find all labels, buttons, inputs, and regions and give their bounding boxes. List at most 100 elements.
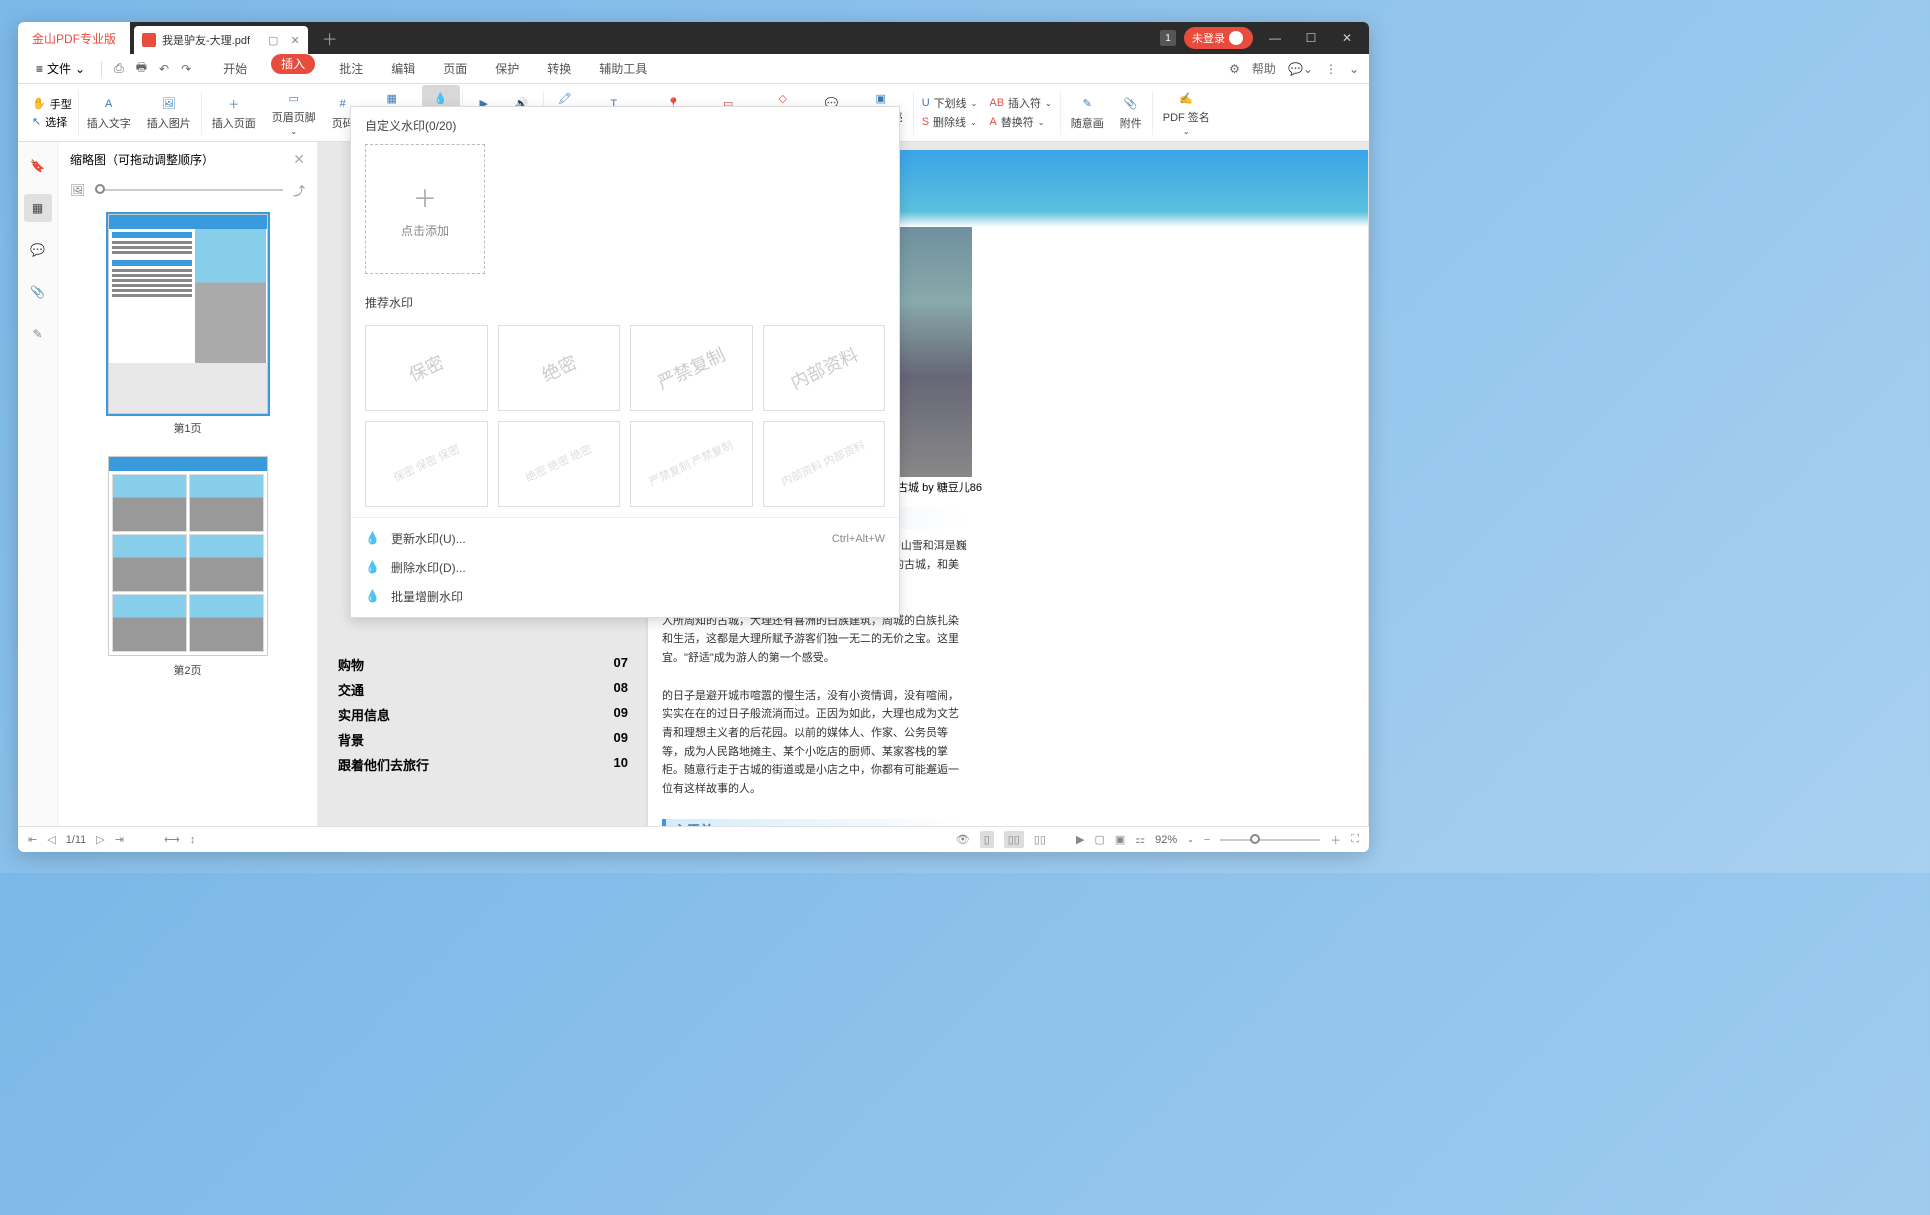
statusbar: ⇤ ◁ 1/11 ▷ ⇥ ⟷ ↕ 👁 ▯ ▯▯ ▯▯ ▶ ▢ ▣ ⚏ 92%⌄ …: [18, 826, 1369, 852]
thumbnail-2[interactable]: 第2页: [78, 456, 297, 678]
watermark-tile[interactable]: 保密 保密 保密: [365, 421, 488, 507]
first-page-icon[interactable]: ⇤: [28, 833, 37, 846]
delete-watermark-action[interactable]: 💧 删除水印(D)...: [351, 553, 899, 582]
toc-item: 交通: [338, 680, 364, 699]
sign-panel-icon[interactable]: ✎: [24, 320, 52, 348]
insert-symbol-button[interactable]: AB插入符⌄: [989, 95, 1051, 111]
document-tab[interactable]: 我是驴友-大理.pdf ▢ ✕: [134, 26, 308, 54]
update-watermark-action[interactable]: 💧 更新水印(U)... Ctrl+Alt+W: [351, 524, 899, 553]
tab-convert[interactable]: 转换: [543, 54, 575, 84]
prev-page-icon[interactable]: ◁: [47, 833, 55, 846]
last-page-icon[interactable]: ⇥: [115, 833, 124, 846]
expand-icon[interactable]: ⌄: [1349, 62, 1359, 76]
next-page-icon[interactable]: ▷: [96, 833, 104, 846]
tab-protect[interactable]: 保护: [491, 54, 523, 84]
watermark-dropdown: 自定义水印(0/20) ＋ 点击添加 推荐水印 保密 绝密 严禁复制 内部资料 …: [350, 106, 900, 618]
watermark-tile[interactable]: 绝密 绝密 绝密: [498, 421, 621, 507]
insert-page-button[interactable]: ＋插入页面: [204, 91, 264, 135]
notification-badge[interactable]: 1: [1160, 30, 1176, 46]
replace-symbol-button[interactable]: A替换符⌄: [989, 114, 1051, 130]
titlebar: 金山PDF专业版 我是驴友-大理.pdf ▢ ✕ ＋ 1 未登录 — ☐ ✕: [18, 22, 1369, 54]
maximize-button[interactable]: ☐: [1297, 24, 1325, 52]
strikethrough-button[interactable]: S删除线⌄: [922, 114, 978, 130]
bookmark-icon[interactable]: 🔖: [24, 152, 52, 180]
insert-image-button[interactable]: 🖼插入图片: [139, 91, 199, 135]
redo-icon[interactable]: ↷: [177, 62, 195, 76]
thumb-size-slider[interactable]: [95, 189, 283, 191]
zoom-level[interactable]: 92%: [1155, 834, 1177, 846]
watermark-tile[interactable]: 内部资料 内部资料: [763, 421, 886, 507]
batch-watermark-action[interactable]: 💧 批量增删水印: [351, 582, 899, 611]
eye-icon[interactable]: 👁: [956, 833, 970, 846]
thumbnail-1[interactable]: 第1页: [78, 214, 297, 436]
pencil-icon: ✎: [1078, 95, 1096, 113]
pdf-sign-button[interactable]: ✍PDF 签名⌄: [1155, 85, 1218, 140]
page-indicator[interactable]: 1/11: [66, 834, 87, 846]
continuous-icon[interactable]: ▯▯: [1004, 831, 1024, 848]
help-label[interactable]: 帮助: [1252, 60, 1276, 77]
file-label: 文件: [47, 60, 71, 77]
header-footer-button[interactable]: ▭页眉页脚⌄: [264, 85, 324, 140]
view2-icon[interactable]: ▣: [1115, 833, 1125, 846]
select-tool[interactable]: 选择: [45, 114, 67, 130]
attachment-panel-icon[interactable]: 📎: [24, 278, 52, 306]
thumbnail-icon[interactable]: ▦: [24, 194, 52, 222]
thumb-export-icon[interactable]: ⤴: [293, 182, 305, 199]
menu-icon: ≡: [36, 62, 43, 76]
tab-pages[interactable]: 页面: [439, 54, 471, 84]
single-page-icon[interactable]: ▯: [980, 831, 994, 848]
new-tab-button[interactable]: ＋: [316, 24, 344, 52]
zoom-slider[interactable]: [1220, 839, 1320, 841]
minimize-button[interactable]: —: [1261, 24, 1289, 52]
zoom-out-icon[interactable]: −: [1204, 834, 1210, 846]
bg-icon: ▦: [383, 89, 401, 107]
underline-button[interactable]: U下划线⌄: [922, 95, 978, 111]
tab-filename: 我是驴友-大理.pdf: [162, 32, 250, 48]
watermark-tile[interactable]: 保密: [365, 325, 488, 411]
tab-edit[interactable]: 编辑: [387, 54, 419, 84]
watermark-tile[interactable]: 绝密: [498, 325, 621, 411]
hand-tool[interactable]: 手型: [50, 96, 72, 112]
highlight-icon: 🖍: [556, 89, 574, 107]
fullscreen-icon[interactable]: ⛶: [1351, 833, 1359, 846]
view3-icon[interactable]: ⚏: [1135, 833, 1145, 846]
tab-display-icon[interactable]: ▢: [268, 34, 278, 47]
more-icon[interactable]: ⋮: [1325, 62, 1337, 76]
pagenum-icon: #: [334, 95, 352, 113]
tab-insert[interactable]: 插入: [271, 54, 315, 74]
fit-width-icon[interactable]: ⟷: [164, 833, 180, 846]
shape-icon: ◇: [774, 89, 792, 107]
tab-tools[interactable]: 辅助工具: [595, 54, 651, 84]
attachment-button[interactable]: 📎附件: [1112, 91, 1150, 135]
thumb-view-icon[interactable]: 🖼: [70, 183, 85, 197]
undo-icon[interactable]: ↶: [155, 62, 173, 76]
header-icon: ▭: [285, 89, 303, 107]
watermark-tile[interactable]: 内部资料: [763, 325, 886, 411]
feedback-icon[interactable]: 💬⌄: [1288, 62, 1313, 76]
tab-close-icon[interactable]: ✕: [290, 34, 299, 47]
toc-item: 实用信息: [338, 705, 390, 724]
settings-icon[interactable]: ⚙: [1229, 62, 1240, 76]
insert-text-button[interactable]: A插入文字: [79, 91, 139, 135]
save-icon[interactable]: ⎙: [110, 61, 128, 76]
watermark-tile[interactable]: 严禁复制: [630, 325, 753, 411]
comment-panel-icon[interactable]: 💬: [24, 236, 52, 264]
tab-annotate[interactable]: 批注: [335, 54, 367, 84]
panel-close-icon[interactable]: ✕: [293, 151, 305, 168]
file-menu[interactable]: ≡ 文件 ⌄: [28, 60, 93, 77]
zoom-in-icon[interactable]: ＋: [1330, 832, 1341, 848]
login-button[interactable]: 未登录: [1184, 27, 1253, 49]
close-button[interactable]: ✕: [1333, 24, 1361, 52]
left-sidebar: 🔖 ▦ 💬 📎 ✎: [18, 142, 58, 826]
freehand-button[interactable]: ✎随意画: [1063, 91, 1112, 135]
area-icon: ▣: [872, 89, 890, 107]
watermark-tile[interactable]: 严禁复制 严禁复制: [630, 421, 753, 507]
add-watermark-tile[interactable]: ＋ 点击添加: [365, 144, 485, 274]
tab-start[interactable]: 开始: [219, 54, 251, 84]
view1-icon[interactable]: ▢: [1094, 833, 1104, 846]
print-icon[interactable]: 🖶: [132, 58, 151, 79]
two-page-icon[interactable]: ▯▯: [1034, 833, 1046, 846]
recommend-title: 推荐水印: [365, 294, 885, 311]
fit-height-icon[interactable]: ↕: [190, 834, 196, 846]
play-icon[interactable]: ▶: [1076, 833, 1084, 846]
